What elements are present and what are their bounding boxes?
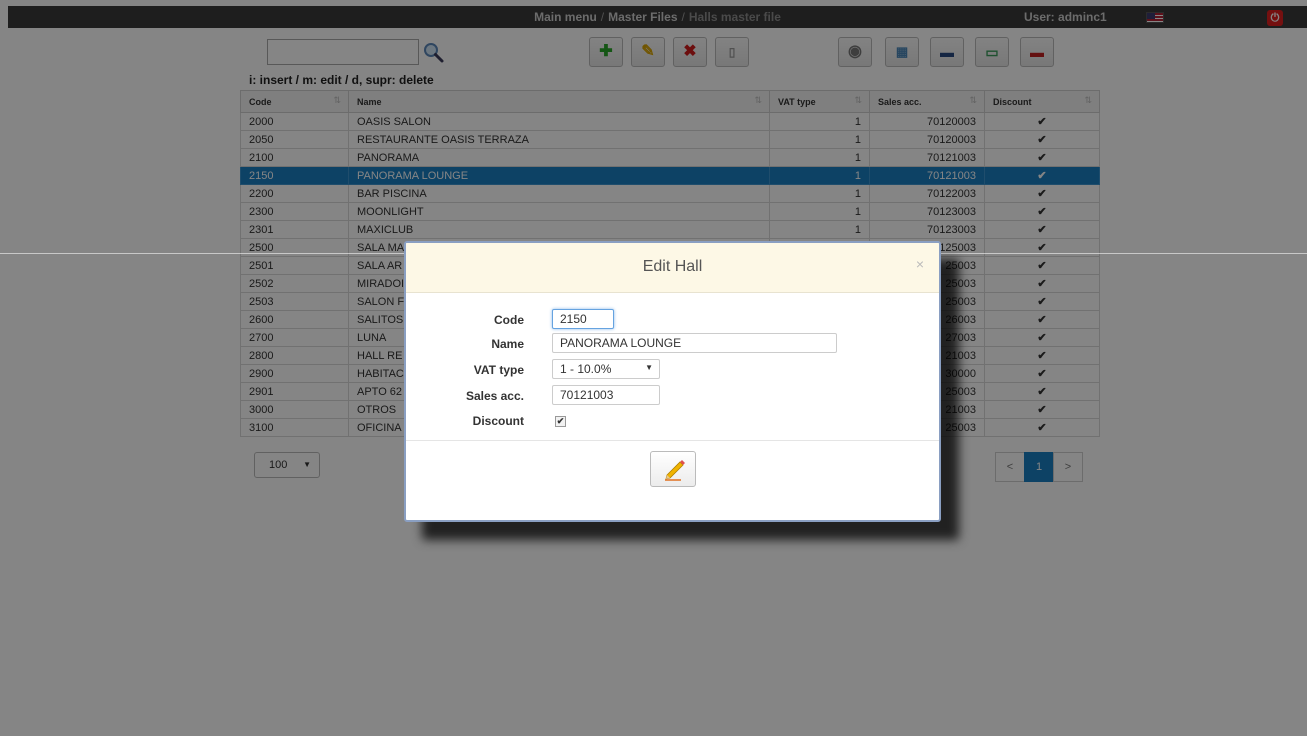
name-label: Name (491, 337, 524, 351)
discount-row: Discount ✔ (406, 410, 939, 432)
modal-header: Edit Hall × (406, 243, 939, 293)
chevron-down-icon: ▼ (645, 363, 653, 372)
code-row: Code 2150 (406, 309, 939, 331)
vat-type-label: VAT type (473, 363, 524, 377)
name-field[interactable]: PANORAMA LOUNGE (552, 333, 837, 353)
modal-divider (406, 440, 939, 441)
vat-type-value: 1 - 10.0% (560, 362, 612, 376)
vat-row: VAT type 1 - 10.0% ▼ (406, 359, 939, 381)
vat-type-select[interactable]: 1 - 10.0% ▼ (552, 359, 660, 379)
edit-hall-dialog: Edit Hall × Code 2150 Name PANORAMA LOUN… (404, 241, 941, 522)
name-row: Name PANORAMA LOUNGE (406, 333, 939, 355)
discount-checkbox[interactable]: ✔ (555, 416, 566, 427)
sales-acc-field[interactable]: 70121003 (552, 385, 660, 405)
close-icon[interactable]: × (916, 256, 924, 272)
discount-label: Discount (472, 414, 524, 428)
save-button[interactable] (650, 451, 696, 487)
code-label: Code (494, 313, 524, 327)
modal-title: Edit Hall (642, 258, 703, 275)
sales-row: Sales acc. 70121003 (406, 385, 939, 407)
sales-acc-label: Sales acc. (465, 389, 524, 403)
edit-pencil-icon (665, 460, 685, 481)
code-field[interactable]: 2150 (552, 309, 614, 329)
